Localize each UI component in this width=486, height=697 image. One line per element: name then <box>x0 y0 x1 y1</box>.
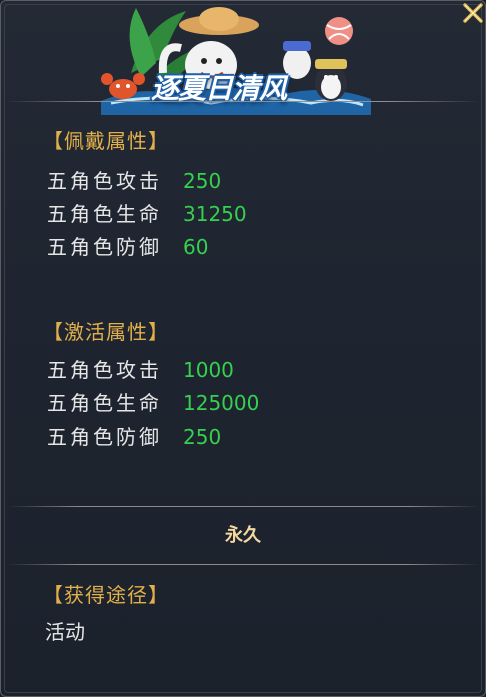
attr-name: 五角色攻击 <box>47 358 162 382</box>
activate-attr-row: 五角色生命 125000 <box>47 388 259 418</box>
item-tooltip-panel: 逐夏日清风 【佩戴属性】 五角色攻击 250 五角色生命 31250 五角色防御 60… <box>0 0 486 697</box>
duration-label: 永久 <box>225 525 261 546</box>
attr-value: 31250 <box>183 202 247 226</box>
close-icon[interactable] <box>457 1 485 29</box>
wear-attr-row: 五角色攻击 250 <box>47 166 221 196</box>
activate-attr-row: 五角色攻击 1000 <box>47 355 234 385</box>
activate-attr-row: 五角色防御 250 <box>47 422 221 452</box>
attr-value: 60 <box>183 235 209 259</box>
attr-value: 250 <box>183 169 222 193</box>
section-divider <box>7 564 479 565</box>
acquire-method-title: 【获得途径】 <box>43 583 169 607</box>
banner-divider <box>5 101 481 102</box>
attr-name: 五角色生命 <box>47 202 162 226</box>
attr-name: 五角色生命 <box>47 391 162 415</box>
penguin-icon <box>315 59 347 101</box>
attr-value: 125000 <box>183 391 260 415</box>
attr-name: 五角色防御 <box>47 235 162 259</box>
attr-name: 五角色攻击 <box>47 169 162 193</box>
attr-value: 250 <box>183 425 222 449</box>
section-divider <box>7 506 479 507</box>
wear-attributes-title: 【佩戴属性】 <box>43 129 169 153</box>
acquire-method-value: 活动 <box>45 620 85 644</box>
attr-name: 五角色防御 <box>47 425 162 449</box>
activate-attributes-title: 【激活属性】 <box>43 320 169 344</box>
beach-ball-icon <box>325 17 353 45</box>
wear-attr-row: 五角色生命 31250 <box>47 199 247 229</box>
wear-attr-row: 五角色防御 60 <box>47 232 208 262</box>
attr-value: 1000 <box>183 358 234 382</box>
